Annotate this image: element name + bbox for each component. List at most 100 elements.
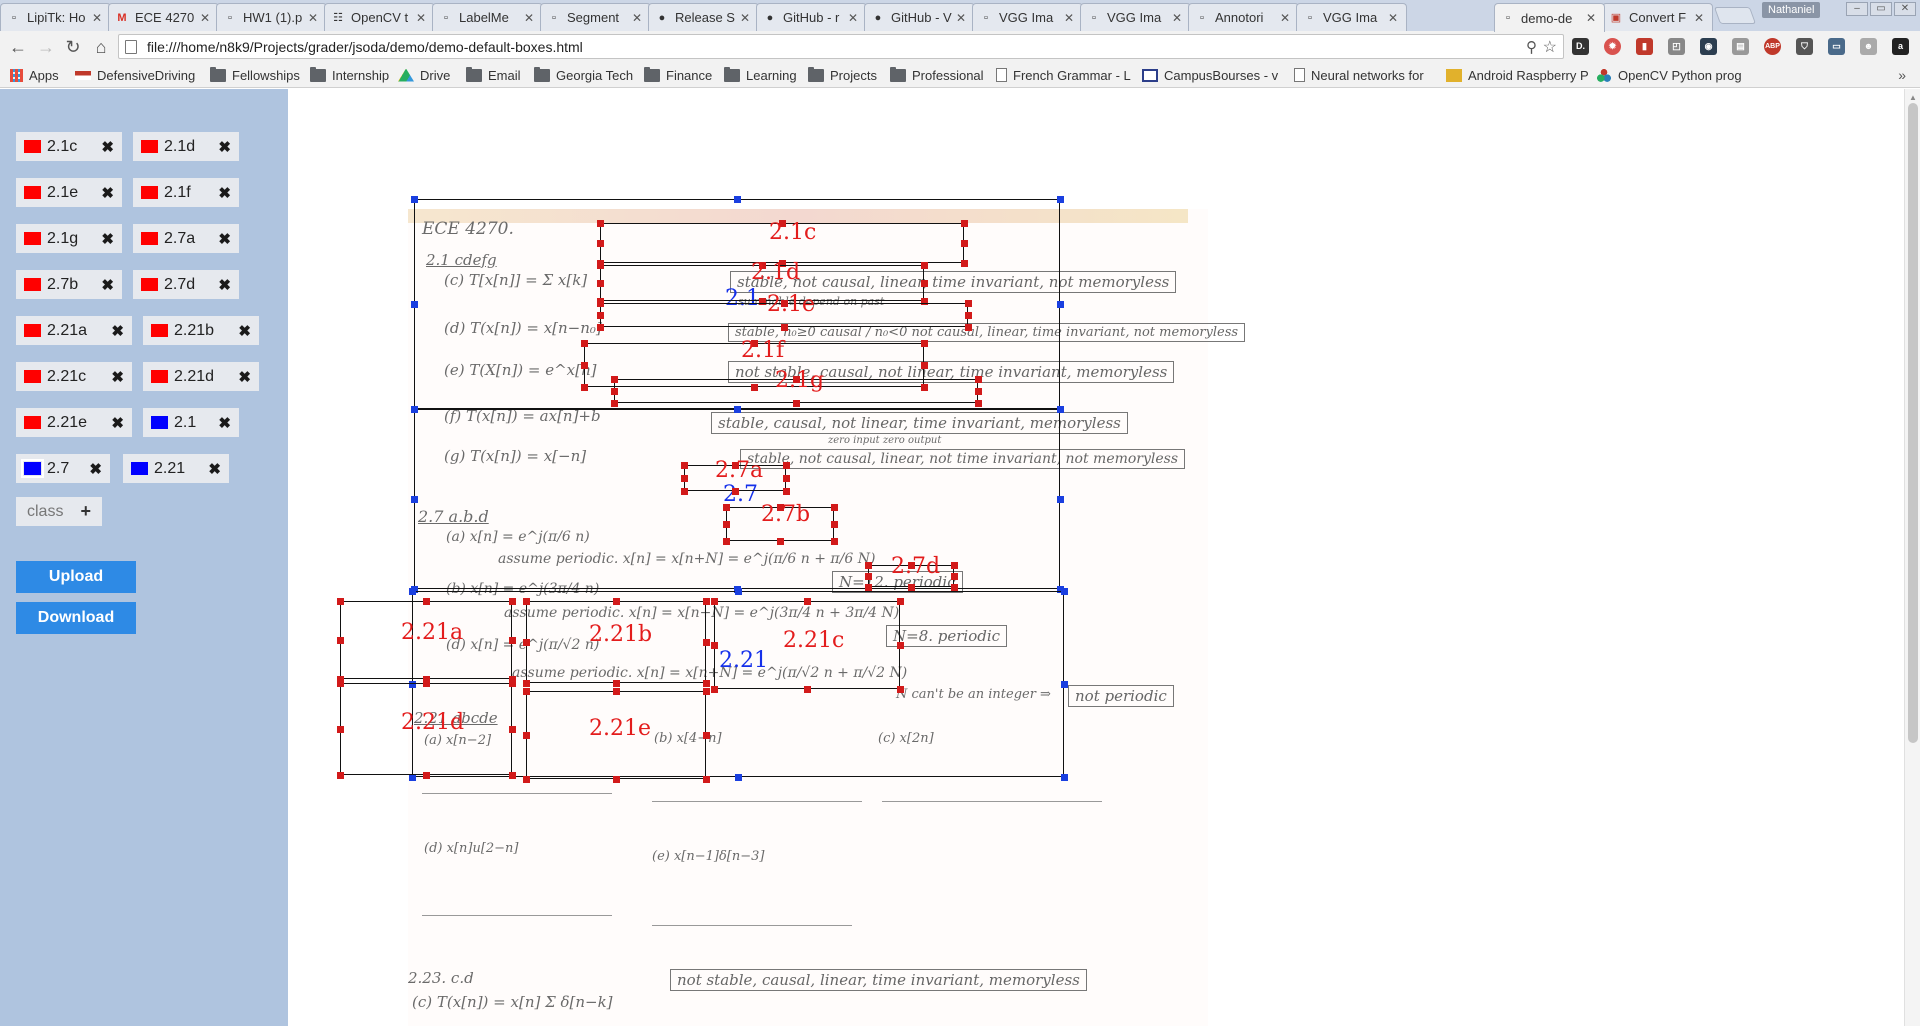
bookmark-opencv-python[interactable]: OpenCV Python prog: [1596, 66, 1742, 84]
color-swatch[interactable]: [151, 370, 168, 383]
bounding-box-2-7b[interactable]: 2.7b: [723, 502, 838, 545]
resize-handle[interactable]: [581, 384, 588, 391]
resize-handle[interactable]: [523, 639, 530, 646]
browser-tab[interactable]: ▫ VGG Ima ✕: [1080, 3, 1191, 31]
resize-handle[interactable]: [681, 475, 688, 482]
remove-class-icon[interactable]: ✖: [218, 276, 231, 294]
resize-handle[interactable]: [611, 400, 618, 407]
resize-handle[interactable]: [777, 538, 784, 545]
resize-handle[interactable]: [921, 280, 928, 287]
chevron-right-icon[interactable]: »: [1898, 67, 1906, 83]
remove-class-icon[interactable]: ✖: [89, 460, 102, 478]
class-chip[interactable]: 2.1d ✖: [133, 132, 239, 161]
remove-class-icon[interactable]: ✖: [111, 414, 124, 432]
resize-handle[interactable]: [951, 584, 958, 591]
resize-handle[interactable]: [613, 598, 620, 605]
page-scrollbar[interactable]: ▲: [1904, 89, 1920, 1026]
bookmark-french-grammar[interactable]: French Grammar - L: [996, 66, 1131, 84]
resize-handle[interactable]: [423, 680, 430, 687]
close-icon[interactable]: ✕: [848, 11, 860, 25]
extension-screenshot-icon[interactable]: ◰: [1668, 38, 1685, 55]
resize-handle[interactable]: [734, 406, 741, 413]
remove-class-icon[interactable]: ✖: [101, 184, 114, 202]
resize-handle[interactable]: [597, 300, 604, 307]
back-icon[interactable]: ←: [8, 37, 28, 57]
resize-handle[interactable]: [703, 639, 710, 646]
resize-handle[interactable]: [411, 301, 418, 308]
resize-handle[interactable]: [951, 562, 958, 569]
reload-icon[interactable]: ↻: [63, 37, 83, 57]
close-icon[interactable]: ✕: [200, 11, 212, 25]
resize-handle[interactable]: [409, 774, 416, 781]
resize-handle[interactable]: [681, 488, 688, 495]
bounding-box-2-1d[interactable]: 2.1d: [597, 260, 928, 305]
resize-handle[interactable]: [509, 598, 516, 605]
resize-handle[interactable]: [523, 688, 530, 695]
resize-handle[interactable]: [1057, 196, 1064, 203]
close-icon[interactable]: ✕: [1388, 11, 1400, 25]
resize-handle[interactable]: [703, 732, 710, 739]
resize-handle[interactable]: [723, 521, 730, 528]
bounding-box-2-1c[interactable]: 2.1c: [597, 220, 968, 267]
class-chip[interactable]: 2.21a ✖: [16, 316, 132, 345]
class-chip[interactable]: 2.21e ✖: [16, 408, 132, 437]
class-chip[interactable]: 2.7d ✖: [133, 270, 239, 299]
class-chip[interactable]: 2.1g ✖: [16, 224, 122, 253]
resize-handle[interactable]: [597, 312, 604, 319]
minimize-icon[interactable]: –: [1846, 2, 1868, 16]
bounding-box-2-21a[interactable]: 2.21a: [337, 598, 516, 683]
resize-handle[interactable]: [921, 362, 928, 369]
resize-handle[interactable]: [409, 588, 416, 595]
extension-gear-icon[interactable]: ✹: [1604, 38, 1621, 55]
resize-handle[interactable]: [975, 388, 982, 395]
resize-handle[interactable]: [723, 504, 730, 511]
resize-handle[interactable]: [723, 538, 730, 545]
color-swatch[interactable]: [24, 370, 41, 383]
resize-handle[interactable]: [1057, 301, 1064, 308]
resize-handle[interactable]: [411, 196, 418, 203]
class-chip-selected[interactable]: 2.7 ✖: [16, 454, 110, 483]
close-icon[interactable]: ✕: [740, 11, 752, 25]
close-icon[interactable]: ✕: [1280, 11, 1292, 25]
color-swatch[interactable]: [151, 324, 168, 337]
resize-handle[interactable]: [703, 776, 710, 783]
browser-tab[interactable]: ● GitHub - V ✕: [864, 3, 975, 31]
browser-tab[interactable]: ▫ LabelMe ✕: [432, 3, 543, 31]
bookmark-finance[interactable]: Finance: [644, 66, 712, 84]
close-icon[interactable]: ✕: [1694, 11, 1706, 25]
bookmark-projects[interactable]: Projects: [808, 66, 877, 84]
close-icon[interactable]: ✕: [1064, 11, 1076, 25]
annotation-canvas[interactable]: ECE 4270. 2.1 cdefg (c) T[x[n]] = Σ x[k]…: [288, 89, 1904, 1026]
close-icon[interactable]: ✕: [308, 11, 320, 25]
maximize-icon[interactable]: ▭: [1870, 2, 1892, 16]
download-button[interactable]: Download: [16, 602, 136, 634]
bookmark-internship[interactable]: Internship: [310, 66, 389, 84]
resize-handle[interactable]: [897, 686, 904, 693]
class-chip[interactable]: 2.21c ✖: [16, 362, 132, 391]
resize-handle[interactable]: [783, 462, 790, 469]
close-icon[interactable]: ✕: [1172, 11, 1184, 25]
resize-handle[interactable]: [597, 280, 604, 287]
resize-handle[interactable]: [793, 400, 800, 407]
color-swatch[interactable]: [24, 232, 41, 245]
home-icon[interactable]: ⌂: [91, 37, 111, 57]
resize-handle[interactable]: [509, 726, 516, 733]
resize-handle[interactable]: [831, 538, 838, 545]
extension-d-icon[interactable]: D.: [1572, 38, 1589, 55]
color-swatch[interactable]: [131, 462, 148, 475]
resize-handle[interactable]: [711, 642, 718, 649]
resize-handle[interactable]: [681, 462, 688, 469]
new-tab-button[interactable]: [1713, 7, 1757, 24]
remove-class-icon[interactable]: ✖: [101, 138, 114, 156]
color-swatch[interactable]: [24, 278, 41, 291]
class-chip[interactable]: 2.1f ✖: [133, 178, 239, 207]
resize-handle[interactable]: [735, 588, 742, 595]
browser-tab-active[interactable]: ▫ demo-de ✕: [1494, 3, 1605, 32]
resize-handle[interactable]: [921, 340, 928, 347]
bookmark-professional[interactable]: Professional: [890, 66, 984, 84]
browser-tab[interactable]: ● GitHub - r ✕: [756, 3, 867, 31]
close-icon[interactable]: ✕: [416, 11, 428, 25]
profile-button[interactable]: Nathaniel: [1762, 2, 1821, 18]
bookmark-android-raspberry[interactable]: Android Raspberry P: [1446, 66, 1589, 84]
color-swatch[interactable]: [24, 324, 41, 337]
